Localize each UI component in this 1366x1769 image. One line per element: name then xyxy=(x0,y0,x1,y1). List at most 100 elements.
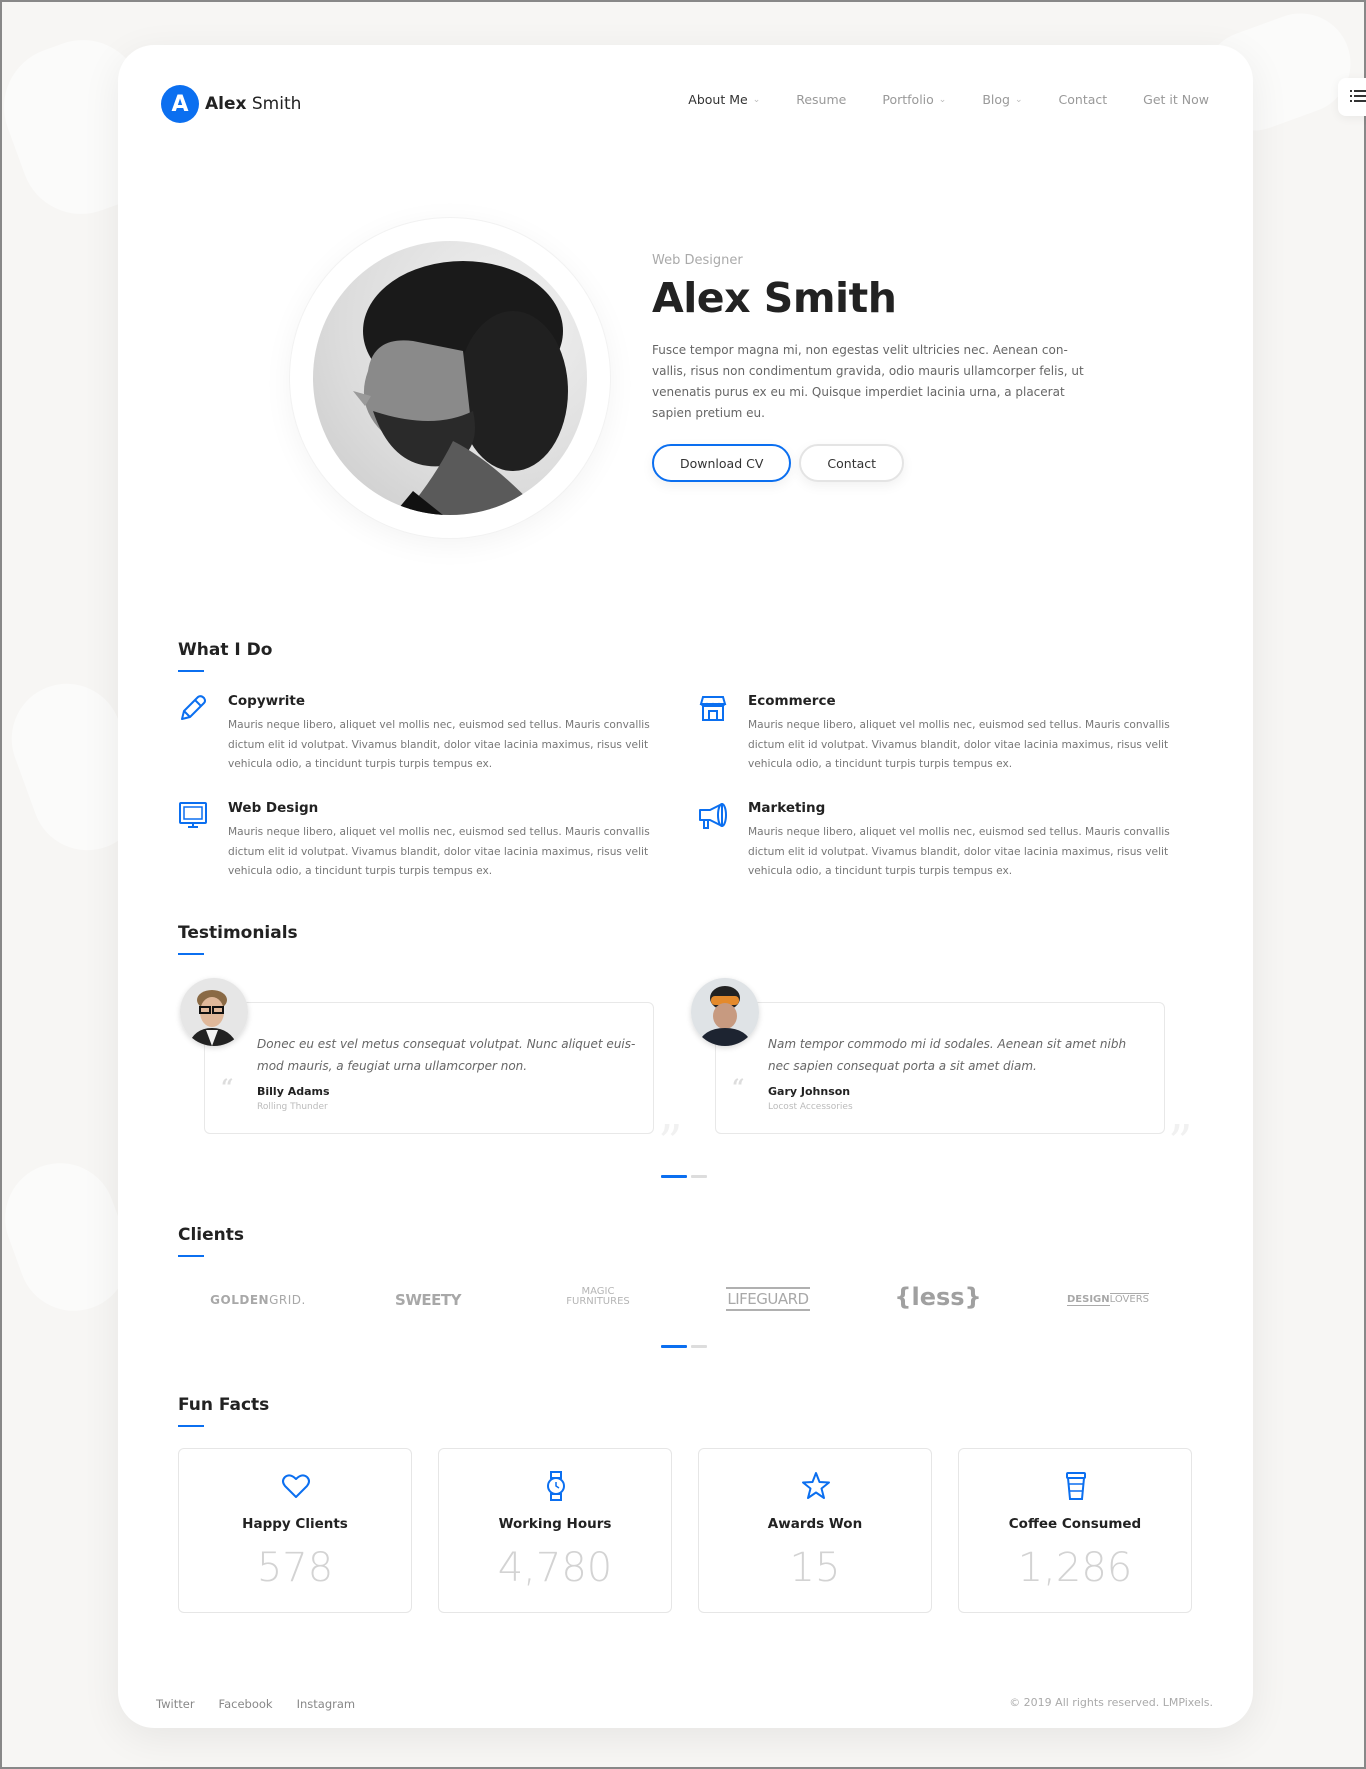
footer-link-instagram[interactable]: Instagram xyxy=(297,1697,356,1711)
copyright-text: © 2019 All rights reserved. LMPixels. xyxy=(1009,1696,1213,1709)
nav-label: Blog xyxy=(982,92,1010,107)
client-logo-lifeguard[interactable]: LIFEGUARD xyxy=(693,1287,843,1311)
fun-fact-value: 1,286 xyxy=(1017,1545,1133,1591)
star-icon xyxy=(802,1472,830,1499)
service-description: Mauris neque libero, aliquet vel mollis … xyxy=(228,719,650,770)
coffee-cup-icon xyxy=(1066,1472,1086,1500)
quote-close-icon: ” xyxy=(658,1115,683,1171)
testimonial-avatar xyxy=(180,978,248,1046)
quote-open-icon: “ xyxy=(732,1075,745,1101)
list-icon xyxy=(1350,90,1366,102)
nav-item-blog[interactable]: Blog ⌄ xyxy=(982,92,1022,107)
client-logo-text: DESIGN xyxy=(1066,1294,1110,1306)
service-title: Copywrite xyxy=(228,693,306,709)
site-logo[interactable]: A Alex Smith xyxy=(161,85,301,123)
hero-subtitle: Web Designer xyxy=(652,253,743,268)
service-title: Web Design xyxy=(228,800,319,816)
hero-description: Fusce tempor magna mi, non egestas velit… xyxy=(652,343,1084,420)
megaphone-icon xyxy=(699,803,727,829)
chevron-down-icon: ⌄ xyxy=(1014,94,1023,105)
fun-fact-label: Working Hours xyxy=(498,1516,612,1532)
fun-fact-label: Happy Clients xyxy=(242,1516,348,1532)
logo-last-name: Smith xyxy=(251,94,302,114)
chevron-down-icon: ⌄ xyxy=(752,94,761,105)
profile-photo xyxy=(313,241,587,515)
nav-label: Get it Now xyxy=(1143,92,1209,107)
pagination-dot-active[interactable] xyxy=(661,1175,687,1178)
nav-item-resume[interactable]: Resume xyxy=(796,92,846,107)
service-description: Mauris neque libero, aliquet vel mollis … xyxy=(228,826,650,877)
fun-fact-value: 578 xyxy=(256,1545,334,1591)
logo-text: Alex Smith xyxy=(205,94,301,114)
section-title-testimonials: Testimonials xyxy=(178,923,298,955)
service-title: Marketing xyxy=(748,800,826,816)
client-logo-text: SWEETY xyxy=(395,1291,461,1309)
avatar-gary-johnson xyxy=(691,978,759,1046)
fun-fact-card: Coffee Consumed 1,286 xyxy=(958,1448,1192,1613)
hero-intro: Web Designer Alex Smith Fusce tempor mag… xyxy=(652,253,1092,482)
testimonial-quote: Nam tempor commodo mi id sodales. Aenean… xyxy=(768,1037,1127,1073)
nav-label: Resume xyxy=(796,92,847,107)
testimonial-card: “ Nam tempor commodo mi id sodales. Aene… xyxy=(715,1002,1165,1134)
footer-link-facebook[interactable]: Facebook xyxy=(219,1697,273,1711)
fun-fact-card: Awards Won 15 xyxy=(698,1448,932,1613)
nav-item-portfolio[interactable]: Portfolio ⌄ xyxy=(882,92,946,107)
section-title-fun-facts: Fun Facts xyxy=(178,1395,270,1427)
client-logo-designlovers[interactable]: DESIGNLOVERS xyxy=(1033,1293,1183,1306)
nav-label: Portfolio xyxy=(882,92,934,107)
testimonial-avatar xyxy=(691,978,759,1046)
pagination-dot[interactable] xyxy=(691,1175,707,1178)
nav-item-contact[interactable]: Contact xyxy=(1059,92,1108,107)
testimonial-company: Locost Accessories xyxy=(768,1102,853,1112)
fun-fact-card: Working Hours 4,780 xyxy=(438,1448,672,1613)
quote-open-icon: “ xyxy=(221,1075,234,1101)
client-logo-less[interactable]: {less} xyxy=(863,1283,1013,1311)
client-logo-goldengrid[interactable]: GOLDENGRID. xyxy=(183,1293,333,1307)
clients-pagination xyxy=(661,1345,707,1348)
main-nav: About Me ⌄ Resume Portfolio ⌄ Blog ⌄ Con… xyxy=(652,92,1209,107)
client-logo-text: GOLDEN xyxy=(210,1293,270,1307)
testimonial-author: Gary Johnson xyxy=(768,1085,851,1098)
quote-close-icon: ” xyxy=(1168,1115,1193,1171)
nav-label: Contact xyxy=(1058,92,1108,107)
testimonials-pagination xyxy=(661,1175,707,1178)
pagination-dot-active[interactable] xyxy=(661,1345,687,1348)
testimonial-company: Rolling Thunder xyxy=(257,1102,328,1112)
fun-fact-label: Awards Won xyxy=(767,1516,863,1532)
testimonial-card: “ Donec eu est vel metus consequat volut… xyxy=(204,1002,654,1134)
page-card: A Alex Smith About Me ⌄ Resume Portfolio… xyxy=(118,45,1253,1728)
fun-fact-value: 4,780 xyxy=(497,1545,613,1591)
footer-social-links: Twitter Facebook Instagram xyxy=(156,1697,355,1711)
chevron-down-icon: ⌄ xyxy=(938,94,947,105)
pagination-dot[interactable] xyxy=(691,1345,707,1348)
footer-link-twitter[interactable]: Twitter xyxy=(156,1697,195,1711)
avatar-billy-adams xyxy=(180,978,248,1046)
section-title-clients: Clients xyxy=(178,1225,245,1257)
client-logo-magic-furnitures[interactable]: MAGIC FURNITURES xyxy=(523,1287,673,1307)
logo-first-name: Alex xyxy=(205,94,247,114)
hero-name: Alex Smith xyxy=(652,274,897,322)
client-logo-sweety[interactable]: SWEETY xyxy=(353,1291,503,1309)
section-title-what-i-do: What I Do xyxy=(178,640,273,672)
client-logo-text: LOVERS xyxy=(1109,1293,1149,1305)
nav-item-get-it-now[interactable]: Get it Now xyxy=(1143,92,1209,107)
profile-photo-frame xyxy=(290,218,610,538)
service-description: Mauris neque libero, aliquet vel mollis … xyxy=(748,719,1170,770)
testimonial-author: Billy Adams xyxy=(257,1085,330,1098)
logo-mark: A xyxy=(161,85,199,123)
watch-icon xyxy=(547,1471,565,1501)
client-logo-text: FURNITURES xyxy=(566,1296,630,1307)
fun-fact-card: Happy Clients 578 xyxy=(178,1448,412,1613)
nav-label: About Me xyxy=(688,92,748,107)
download-cv-button[interactable]: Download CV xyxy=(652,444,792,482)
profile-portrait-illustration xyxy=(353,261,568,515)
client-logo-text: GRID. xyxy=(269,1293,306,1307)
service-description: Mauris neque libero, aliquet vel mollis … xyxy=(748,826,1170,877)
service-title: Ecommerce xyxy=(748,693,836,709)
pencil-icon xyxy=(181,695,206,720)
fun-fact-value: 15 xyxy=(789,1545,841,1591)
nav-item-about-me[interactable]: About Me ⌄ xyxy=(688,92,760,107)
contact-button[interactable]: Contact xyxy=(799,444,905,482)
sidebar-toggle-button[interactable] xyxy=(1338,78,1366,116)
client-logo-text: {less} xyxy=(894,1283,982,1311)
